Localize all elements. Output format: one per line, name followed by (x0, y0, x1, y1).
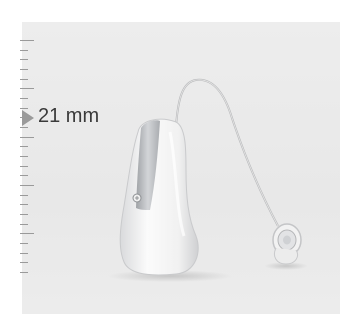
receiver-dome (272, 223, 302, 265)
program-button-icon (132, 193, 142, 203)
receiver-wire (175, 78, 279, 227)
product-image-frame: 21 mm (0, 0, 340, 314)
device-body (119, 118, 199, 276)
hearing-aid-image (108, 78, 308, 282)
